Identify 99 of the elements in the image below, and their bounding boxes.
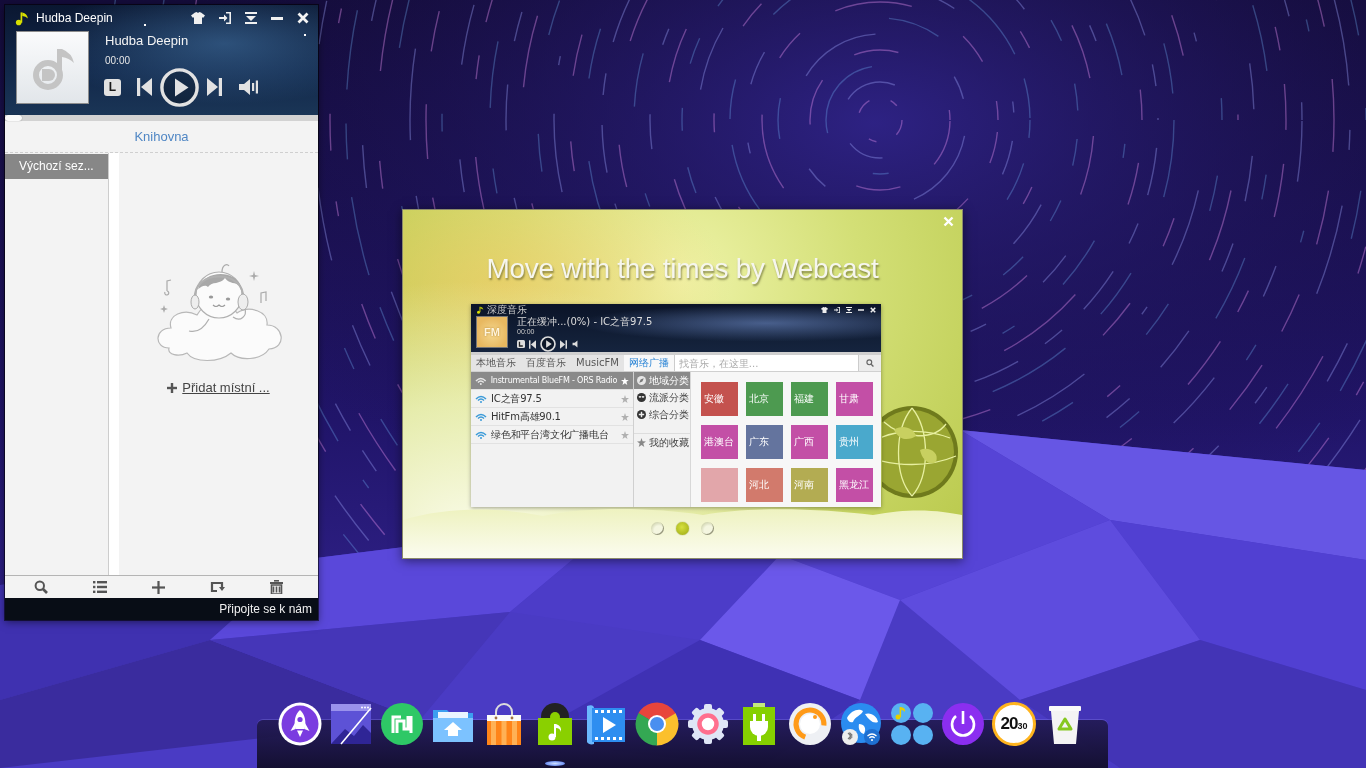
track-time: 00:00 [105,55,131,67]
play-icon [540,336,556,352]
category-label: 流派分类 [649,390,689,405]
category-item[interactable]: 地域分类 [634,372,690,389]
broadcast-icon [475,376,487,385]
station-name: HitFm高雄90.1 [491,410,562,423]
previous-icon[interactable] [137,78,152,96]
previous-icon [529,339,536,349]
category-label: 我的收藏 [649,435,689,450]
add-local-link[interactable]: Přidat místní ... [182,380,270,395]
add-icon[interactable] [151,580,165,594]
progress-track[interactable] [5,115,318,121]
volume-icon [571,340,579,348]
settings-icon[interactable] [686,702,730,746]
star-icon[interactable] [621,430,629,439]
shirt-icon [821,307,828,313]
volume-icon[interactable] [239,78,260,96]
mask-icon [637,393,646,402]
lyrics-icon [517,340,525,348]
progress-thumb[interactable] [5,115,22,121]
region-tile[interactable]: 北京 [746,382,783,416]
star-icon[interactable] [621,376,629,385]
category-item[interactable]: 我的收藏 [634,433,690,451]
fm-label: FM [484,326,500,338]
app-icon[interactable] [380,702,424,746]
tab[interactable]: 本地音乐 [471,355,521,371]
clock-button[interactable]: 2030 [992,702,1036,746]
region-tile[interactable]: 河北 [746,468,783,502]
star-icon [637,438,646,447]
plus-icon [167,382,178,393]
shirt-icon[interactable] [191,12,205,24]
station-name: IC之音97.5 [491,392,543,405]
region-tile[interactable]: 安徽 [701,382,738,416]
station-name: 绿色和平台湾文化广播电台 [491,428,610,441]
list-icon[interactable] [92,581,107,593]
category-item[interactable]: 流派分类 [634,389,690,406]
broadcast-icon [475,412,487,421]
category-label: 地域分类 [649,373,689,388]
region-tile[interactable]: 广西 [791,425,828,459]
film-play-icon[interactable] [584,702,628,746]
library-title: Knihovna [134,129,189,144]
broadcast-icon [475,394,487,403]
region-tile[interactable]: 港澳台 [701,425,738,459]
network-globe-icon[interactable] [839,702,883,746]
station-row[interactable]: IC之音97.5 [471,390,633,408]
repeat-icon[interactable] [210,580,226,594]
browser-icon[interactable] [635,702,679,746]
region-tile[interactable]: 贵州 [836,425,873,459]
track-title: Hudba Deepin [105,33,189,49]
region-tile[interactable]: 甘肃 [836,382,873,416]
minimize-icon [858,309,864,311]
region-tile[interactable]: 黑龙江 [836,468,873,502]
lyrics-button[interactable]: L [104,78,121,96]
station-row[interactable]: 绿色和平台湾文化广播电台 [471,426,633,444]
tab[interactable]: 网络广播 [623,355,674,371]
region-tile[interactable]: 福建 [791,382,828,416]
station-row[interactable]: Instrumental BlueFM - ORS Radio [471,372,633,390]
dropdown-menu-icon [846,307,852,313]
play-icon[interactable] [160,67,199,107]
join-us-link[interactable]: Připojte se k nám [219,602,312,616]
music-note-icon [14,10,29,26]
close-icon [870,307,876,313]
sign-in-icon[interactable] [219,12,231,24]
power-icon[interactable] [941,702,985,746]
app-grid-icon[interactable] [890,702,934,746]
region-tile[interactable] [701,468,738,502]
star-icon[interactable] [621,412,629,421]
playlist-item[interactable]: Výchozí sez... [5,154,108,179]
now-playing-text: 正在缓冲...(0%) - IC之音97.5 [517,316,653,327]
star-icon[interactable] [621,394,629,403]
broadcast-icon [475,430,487,439]
tab[interactable]: 百度音乐 [521,355,571,371]
close-icon[interactable] [297,12,309,24]
category-item[interactable]: 综合分类 [634,406,690,423]
compass-icon [637,376,646,385]
dropdown-menu-icon[interactable] [245,12,257,24]
window-title: Hudba Deepin [36,11,113,25]
tab[interactable]: MusicFM [571,355,624,371]
search-icon[interactable] [33,580,48,594]
region-tile[interactable]: 河南 [791,468,828,502]
window-title: 深度音乐 [487,304,527,316]
next-icon [560,339,567,349]
rocket-icon[interactable] [278,702,322,746]
promo-headline: Move with the times by Webcast [486,252,879,286]
search-field[interactable]: 找音乐，在这里... [673,355,858,371]
trash-icon[interactable] [270,580,284,594]
region-tile[interactable]: 广东 [746,425,783,459]
minimize-icon[interactable] [271,16,283,20]
music-note-icon [476,306,484,314]
dial-icon[interactable] [788,702,832,746]
window-landscape-icon[interactable] [329,702,373,746]
plus-circle-icon [637,410,646,419]
search-button[interactable] [858,355,881,371]
sign-in-icon [834,307,840,313]
search-icon [866,359,874,367]
next-icon[interactable] [207,78,222,96]
category-label: 综合分类 [649,407,689,422]
station-row[interactable]: HitFm高雄90.1 [471,408,633,426]
station-name: Instrumental BlueFM - ORS Radio [490,374,618,387]
